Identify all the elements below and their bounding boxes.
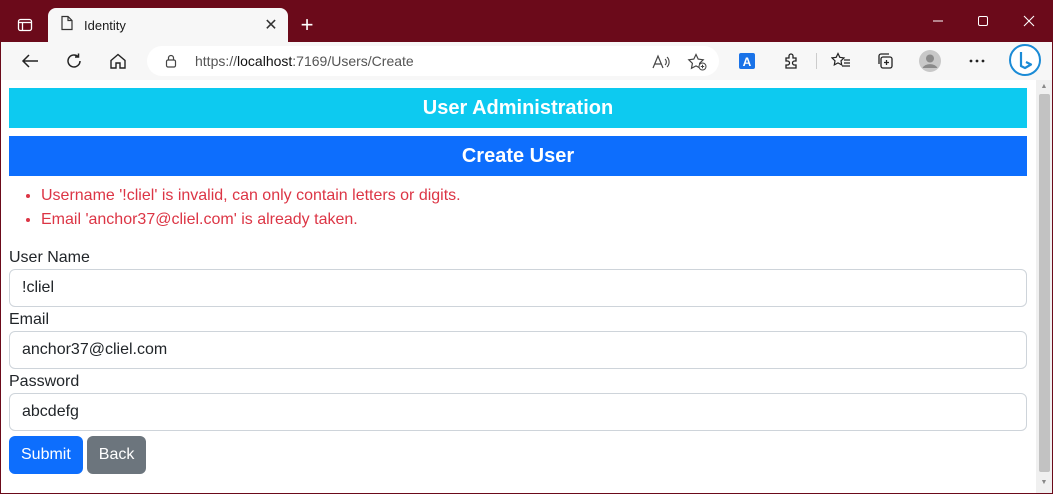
back-arrow-icon[interactable] (16, 47, 44, 75)
validation-error: Email 'anchor37@cliel.com' is already ta… (41, 208, 1027, 232)
more-menu-icon[interactable] (963, 47, 991, 75)
translate-icon[interactable]: A (733, 47, 761, 75)
browser-toolbar: https://localhost:7169/Users/Create A (0, 42, 1053, 80)
refresh-icon[interactable] (60, 47, 88, 75)
home-icon[interactable] (104, 47, 132, 75)
bing-copilot-icon[interactable] (1008, 43, 1042, 77)
submit-button[interactable]: Submit (9, 436, 83, 474)
svg-text:A: A (743, 55, 752, 69)
url-text[interactable]: https://localhost:7169/Users/Create (195, 53, 414, 69)
validation-summary: Username '!cliel' is invalid, can only c… (9, 184, 1027, 232)
browser-titlebar: Identity ✕ + (0, 0, 1053, 42)
scroll-down-icon[interactable]: ▼ (1039, 478, 1049, 488)
close-tab-icon[interactable]: ✕ (260, 14, 282, 36)
address-bar[interactable]: https://localhost:7169/Users/Create (147, 46, 719, 76)
app-banner: User Administration (9, 88, 1027, 128)
vertical-scrollbar[interactable]: ▲ ▼ (1036, 80, 1052, 493)
back-button[interactable]: Back (86, 436, 147, 474)
minimize-icon[interactable] (915, 6, 961, 36)
tab-title: Identity (84, 17, 126, 33)
add-favorite-icon[interactable] (686, 51, 708, 73)
page-title: Create User (9, 136, 1027, 176)
form-buttons: Submit Back (9, 436, 1027, 474)
browser-tab[interactable]: Identity ✕ (48, 8, 288, 42)
favorites-icon[interactable] (827, 47, 855, 75)
password-input[interactable]: abcdefg (9, 393, 1027, 431)
close-window-icon[interactable] (1006, 6, 1052, 36)
toolbar-divider (816, 53, 817, 69)
tab-actions-icon[interactable] (12, 12, 38, 38)
scroll-up-icon[interactable]: ▲ (1039, 82, 1049, 92)
page-content: User Administration Create User Username… (9, 88, 1027, 474)
collections-icon[interactable] (871, 47, 899, 75)
password-label: Password (9, 373, 80, 390)
new-tab-icon[interactable]: + (294, 12, 320, 38)
validation-error: Username '!cliel' is invalid, can only c… (41, 184, 1027, 208)
scroll-thumb[interactable] (1039, 94, 1050, 472)
extensions-icon[interactable] (778, 47, 806, 75)
lock-icon[interactable] (165, 54, 177, 73)
create-user-form: User Name !cliel Email anchor37@cliel.co… (9, 248, 1027, 474)
page-viewport: User Administration Create User Username… (1, 80, 1052, 493)
email-label: Email (9, 311, 50, 328)
page-icon (60, 15, 74, 36)
maximize-icon[interactable] (960, 6, 1006, 36)
read-aloud-icon[interactable] (650, 51, 672, 73)
email-input[interactable]: anchor37@cliel.com (9, 331, 1027, 369)
username-label: User Name (9, 249, 90, 266)
profile-avatar-icon[interactable] (916, 47, 944, 75)
username-input[interactable]: !cliel (9, 269, 1027, 307)
